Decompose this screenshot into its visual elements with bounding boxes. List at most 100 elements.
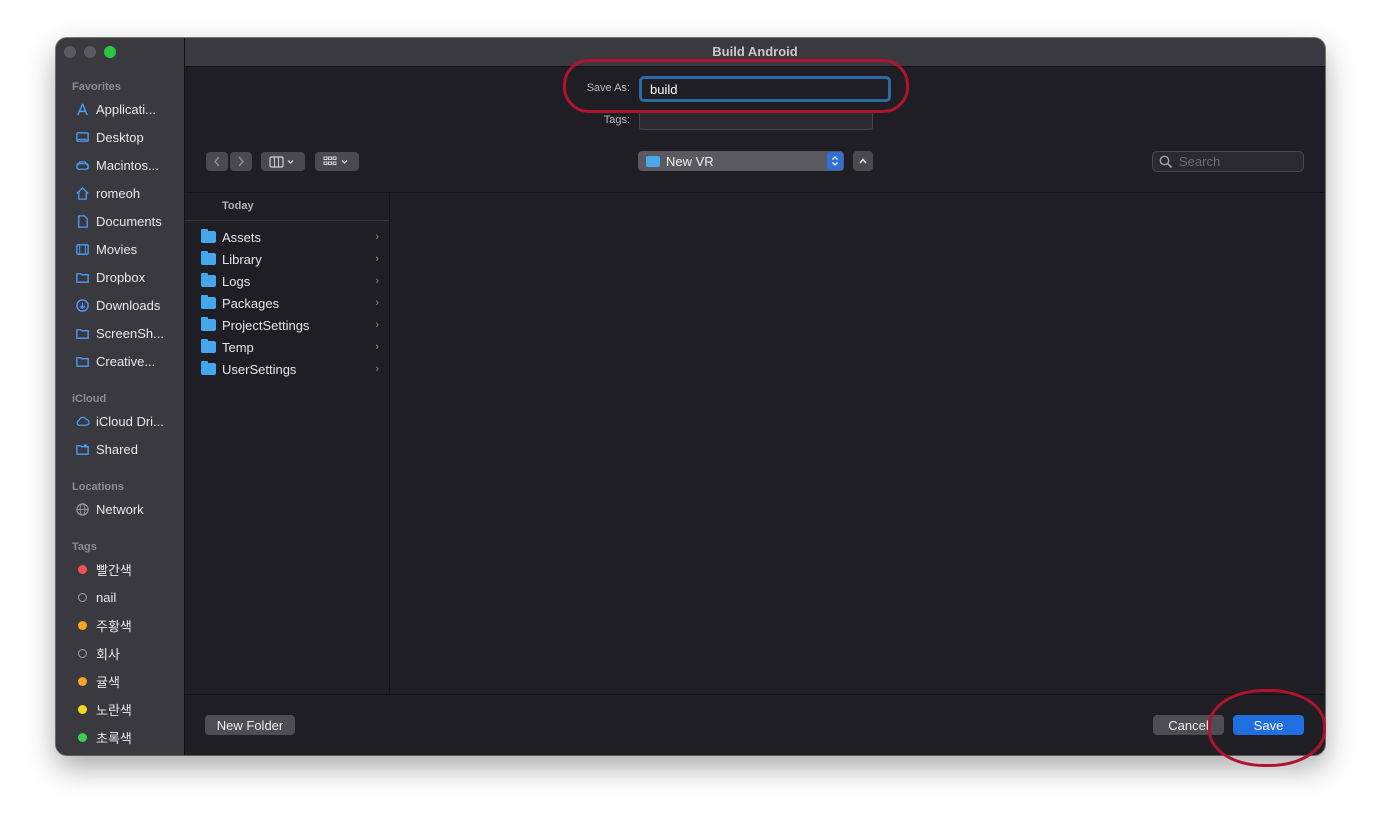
sidebar-item-label: Macintos... <box>96 157 159 173</box>
sidebar-item-creative[interactable]: Creative... <box>66 350 180 372</box>
sidebar-item-home[interactable]: romeoh <box>66 182 180 204</box>
sidebar-item-label: 빨간색 <box>96 562 132 578</box>
sidebar-item-label: Applicati... <box>96 101 156 117</box>
chevron-right-icon: › <box>375 363 379 375</box>
updown-chevron-icon <box>827 152 843 170</box>
list-item[interactable]: Logs › <box>201 271 381 291</box>
sidebar-item-desktop[interactable]: Desktop <box>66 126 180 148</box>
group-by-button[interactable] <box>315 152 359 171</box>
search-field[interactable]: Search <box>1152 151 1304 172</box>
list-item-label: Library <box>222 251 262 267</box>
sidebar-tag-tangerine[interactable]: 귤색 <box>66 670 180 692</box>
yellow-tag-dot-icon <box>78 704 87 714</box>
favorites-heading: Favorites <box>72 81 121 93</box>
sidebar-item-documents[interactable]: Documents <box>66 210 180 232</box>
sidebar-item-movies[interactable]: Movies <box>66 238 180 260</box>
network-icon <box>74 501 90 517</box>
list-item[interactable]: Temp › <box>201 337 381 357</box>
red-tag-dot-icon <box>78 564 87 574</box>
sidebar-item-dropbox[interactable]: Dropbox <box>66 266 180 288</box>
home-icon <box>74 185 90 201</box>
new-folder-button[interactable]: New Folder <box>205 715 295 735</box>
sidebar-tag-red[interactable]: 빨간색 <box>66 558 180 580</box>
folder-icon <box>201 273 216 287</box>
sidebar-tag-yellow[interactable]: 노란색 <box>66 698 180 720</box>
sidebar-item-screenshots[interactable]: ScreenSh... <box>66 322 180 344</box>
close-window-button[interactable] <box>64 46 76 58</box>
applications-icon <box>74 101 90 117</box>
list-item[interactable]: Packages › <box>201 293 381 313</box>
zoom-window-button[interactable] <box>104 46 116 58</box>
folder-icon <box>646 155 660 167</box>
sidebar-item-icloud-drive[interactable]: iCloud Dri... <box>66 410 180 432</box>
chevron-right-icon: › <box>375 253 379 265</box>
main-panel: Build Android Save As: Tags: New VR <box>185 38 1325 755</box>
sidebar-item-applications[interactable]: Applicati... <box>66 98 180 120</box>
sidebar-tag-orange[interactable]: 주황색 <box>66 614 180 636</box>
column-heading-divider <box>185 220 389 221</box>
sidebar-tag-company[interactable]: 회사 <box>66 642 180 664</box>
sidebar-item-label: romeoh <box>96 185 141 201</box>
annotation-ring-save-button <box>1208 689 1326 767</box>
sidebar-tag-nail[interactable]: nail <box>66 586 180 608</box>
sidebar-item-label: 회사 <box>96 646 120 662</box>
locations-heading: Locations <box>72 481 124 493</box>
shared-folder-icon <box>74 441 90 457</box>
sidebar-item-label: Dropbox <box>96 269 146 285</box>
folder-icon <box>74 325 90 341</box>
chevron-right-icon: › <box>375 297 379 309</box>
forward-button[interactable] <box>230 152 252 171</box>
document-icon <box>74 213 90 229</box>
columns-view-icon <box>269 155 294 168</box>
minimize-window-button[interactable] <box>84 46 96 58</box>
tags-field[interactable] <box>639 110 873 130</box>
sidebar-tag-green[interactable]: 초록색 <box>66 726 180 748</box>
search-placeholder: Search <box>1179 154 1221 169</box>
column-heading: Today <box>222 200 254 212</box>
movies-icon <box>74 241 90 257</box>
list-item-label: Temp <box>222 339 254 355</box>
sidebar-item-network[interactable]: Network <box>66 498 180 520</box>
sidebar-item-label: Desktop <box>96 129 144 145</box>
list-item[interactable]: Library › <box>201 249 381 269</box>
footer-divider <box>185 694 1325 695</box>
folder-icon <box>201 361 216 375</box>
list-item[interactable]: ProjectSettings › <box>201 315 381 335</box>
list-item[interactable]: Assets › <box>201 227 381 247</box>
location-popup[interactable]: New VR <box>638 151 844 171</box>
sidebar-item-shared[interactable]: Shared <box>66 438 180 460</box>
view-mode-button[interactable] <box>261 152 305 171</box>
sidebar-item-label: Shared <box>96 441 138 457</box>
expand-collapse-button[interactable] <box>853 151 873 171</box>
save-dialog-window: Favorites Applicati... Desktop Macintos.… <box>56 38 1325 755</box>
chevron-left-icon <box>214 156 220 167</box>
sidebar-item-label: Documents <box>96 213 162 229</box>
sidebar: Favorites Applicati... Desktop Macintos.… <box>56 38 185 755</box>
sidebar-item-label: Creative... <box>96 353 156 369</box>
orange-tag-dot-icon <box>78 676 87 686</box>
back-button[interactable] <box>206 152 228 171</box>
window-title: Build Android <box>712 44 798 59</box>
list-item-label: Packages <box>222 295 280 311</box>
list-item[interactable]: UserSettings › <box>201 359 381 379</box>
empty-column-area <box>390 193 1325 694</box>
folder-icon <box>201 317 216 331</box>
sidebar-item-label: Downloads <box>96 297 161 313</box>
sidebar-item-downloads[interactable]: Downloads <box>66 294 180 316</box>
sidebar-item-macintosh-hd[interactable]: Macintos... <box>66 154 180 176</box>
file-column: Today Assets › Library › Logs › Packages… <box>185 193 390 694</box>
sidebar-item-label: 귤색 <box>96 674 120 690</box>
empty-tag-dot-icon <box>78 592 87 602</box>
list-item-label: ProjectSettings <box>222 317 310 333</box>
empty-tag-dot-icon <box>78 648 87 658</box>
cloud-icon <box>74 413 90 429</box>
chevron-right-icon: › <box>375 319 379 331</box>
list-item-label: Logs <box>222 273 251 289</box>
sidebar-item-label: Network <box>96 501 144 517</box>
sidebar-item-label: ScreenSh... <box>96 325 164 341</box>
folder-icon <box>201 339 216 353</box>
folder-icon <box>201 295 216 309</box>
grid-group-icon <box>323 156 348 165</box>
chevron-right-icon: › <box>375 275 379 287</box>
chevron-up-icon <box>859 158 867 164</box>
